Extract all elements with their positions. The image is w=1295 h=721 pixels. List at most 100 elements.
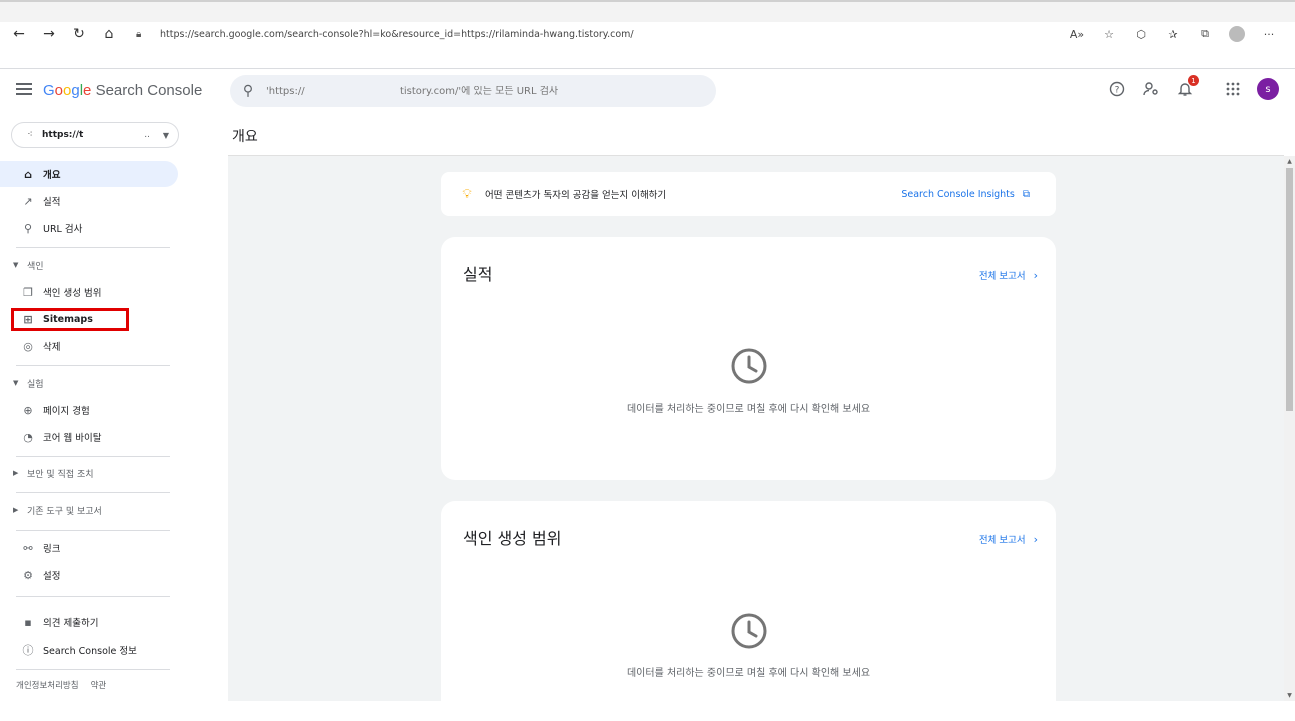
notifications-icon[interactable]: 1 — [1175, 75, 1199, 99]
sidebar-divider — [16, 247, 170, 248]
page-title: 개요 — [232, 129, 258, 145]
sitemaps-highlight-box — [11, 308, 129, 331]
add-circle-icon: ⊕ — [23, 403, 33, 417]
lock-icon[interactable]: 🔒︎ — [136, 29, 150, 40]
user-settings-icon[interactable] — [1141, 79, 1161, 99]
address-url: https://search.google.com/search-console… — [160, 28, 634, 40]
browser-toolbar: ← → ↻ ⌂ 🔒︎ https://search.google.com/sea… — [0, 22, 1295, 46]
sidebar-divider — [16, 596, 170, 597]
open-external-icon[interactable]: ⧉ — [1023, 189, 1030, 200]
performance-card: 실적 전체 보고서 › 데이터를 처리하는 중이므로 며칠 후에 다시 확인해 보… — [441, 237, 1056, 480]
search-input[interactable] — [266, 85, 686, 97]
profile-icon[interactable] — [1229, 26, 1245, 42]
sidebar-item-settings[interactable]: ⚙ 설정 — [0, 562, 178, 588]
collections-icon[interactable]: ⧉ — [1189, 27, 1221, 41]
sidebar-divider — [16, 530, 170, 531]
info-icon: ⓘ — [22, 644, 34, 657]
insights-banner: 💡︎ 어떤 콘텐츠가 독자의 공감을 얻는지 이해하기 Search Conso… — [441, 172, 1056, 216]
sidebar-item-core-web-vitals[interactable]: ◔ 코어 웹 바이탈 — [0, 424, 178, 450]
chevron-right-icon: › — [1033, 269, 1038, 282]
search-icon: ⚲ — [242, 83, 254, 99]
refresh-icon[interactable]: ↻ — [64, 22, 94, 46]
notification-badge: 1 — [1188, 75, 1199, 86]
scrollbar-thumb[interactable] — [1286, 168, 1293, 411]
address-bar[interactable]: 🔒︎ https://search.google.com/search-cons… — [130, 24, 1080, 44]
app-header: Google Search Console ⚲ ? 1 s — [0, 70, 1295, 114]
sidebar-item-removals[interactable]: ◎ 삭제 — [0, 333, 178, 359]
sidebar-divider — [16, 492, 170, 493]
terms-link[interactable]: 약관 — [91, 679, 107, 691]
chevron-down-icon: ▼ — [162, 130, 170, 140]
home-icon[interactable]: ⌂ — [94, 22, 124, 46]
hamburger-menu-icon[interactable] — [16, 83, 32, 97]
browser-separator — [0, 68, 1295, 69]
gear-icon: ⚙ — [23, 568, 33, 582]
trending-up-icon: ↗ — [23, 194, 33, 208]
favorite-add-icon[interactable]: ☆ — [1093, 28, 1125, 41]
sidebar-item-about[interactable]: ⓘ Search Console 정보 — [0, 637, 178, 663]
back-icon[interactable]: ← — [4, 22, 34, 46]
sidebar-item-page-experience[interactable]: ⊕ 페이지 경험 — [0, 397, 178, 423]
processing-message: 데이터를 처리하는 중이므로 며칠 후에 다시 확인해 보세요 — [626, 404, 871, 415]
feedback-icon: ▪ — [24, 615, 32, 629]
search-icon: ⚲ — [23, 221, 33, 235]
browser-tab-strip — [0, 0, 1295, 24]
sidebar-item-performance[interactable]: ↗ 실적 — [0, 188, 178, 214]
sidebar-item-overview[interactable]: ⌂ 개요 — [0, 161, 178, 187]
processing-message: 데이터를 처리하는 중이므로 며칠 후에 다시 확인해 보세요 — [626, 668, 871, 679]
sidebar-section-index[interactable]: ▼ 색인 — [0, 254, 178, 276]
sidebar-item-links[interactable]: ⚯ 링크 — [0, 535, 178, 561]
scrollbar[interactable]: ▲ ▼ — [1284, 156, 1295, 701]
sidebar: ⁖ https://t .. ▼ ⌂ 개요 ↗ 실적 ⚲ URL 검사 ▼ 색인… — [0, 114, 190, 701]
apps-grid-icon[interactable] — [1223, 79, 1243, 99]
forward-icon[interactable]: → — [34, 22, 64, 46]
link-tree-icon: ⚯ — [23, 541, 33, 555]
home-icon: ⌂ — [24, 167, 32, 181]
caret-down-icon: ▼ — [13, 261, 19, 269]
insights-text: 어떤 콘텐츠가 독자의 공감을 얻는지 이해하기 — [485, 190, 667, 201]
lightbulb-icon: 💡︎ — [462, 186, 472, 202]
insights-link[interactable]: Search Console Insights — [901, 189, 1015, 200]
sidebar-item-url-inspection[interactable]: ⚲ URL 검사 — [0, 215, 178, 241]
copy-pages-icon: ❐ — [23, 285, 33, 299]
caret-down-icon: ▼ — [13, 379, 19, 387]
sidebar-divider — [16, 365, 170, 366]
visibility-off-icon: ◎ — [23, 339, 33, 353]
help-icon[interactable]: ? — [1107, 79, 1127, 99]
sidebar-item-coverage[interactable]: ❐ 색인 생성 범위 — [0, 279, 178, 305]
caret-right-icon: ▶ — [13, 469, 19, 477]
sidebar-section-experience[interactable]: ▼ 실험 — [0, 372, 178, 394]
scroll-down-icon[interactable]: ▼ — [1284, 692, 1295, 699]
logo-product-name: Search Console — [95, 82, 203, 99]
more-icon[interactable]: ··· — [1253, 28, 1285, 41]
property-url: https://t — [42, 130, 84, 140]
full-report-link[interactable]: 전체 보고서 › — [979, 268, 1038, 282]
url-inspection-search[interactable]: ⚲ — [230, 75, 716, 107]
scroll-up-icon[interactable]: ▲ — [1284, 158, 1295, 165]
sidebar-item-feedback[interactable]: ▪ 의견 제출하기 — [0, 609, 178, 635]
avatar[interactable]: s — [1257, 78, 1279, 100]
full-report-link[interactable]: 전체 보고서 › — [979, 532, 1038, 546]
chevron-right-icon: › — [1033, 533, 1038, 546]
sidebar-section-security[interactable]: ▶ 보안 및 직접 조치 — [0, 462, 178, 484]
caret-right-icon: ▶ — [13, 506, 19, 514]
sidebar-section-legacy[interactable]: ▶ 기존 도구 및 보고서 — [0, 499, 178, 521]
svg-text:?: ? — [1115, 86, 1120, 96]
favorites-icon[interactable]: ✰ — [1157, 28, 1189, 41]
coverage-card: 색인 생성 범위 전체 보고서 › 데이터를 처리하는 중이므로 며칠 후에 다시… — [441, 501, 1056, 721]
card-title: 색인 생성 범위 — [463, 529, 562, 548]
sidebar-divider — [16, 669, 170, 670]
sidebar-divider — [16, 456, 170, 457]
clock-icon — [731, 613, 767, 649]
read-aloud-icon[interactable]: A» — [1061, 28, 1093, 41]
extensions-icon[interactable]: ⬡ — [1125, 28, 1157, 41]
property-selector[interactable]: ⁖ https://t .. ▼ — [11, 122, 179, 148]
property-url-suffix: .. — [144, 130, 150, 140]
privacy-link[interactable]: 개인정보처리방침 — [16, 679, 79, 691]
logo[interactable]: Google Search Console — [43, 82, 202, 99]
property-favicon-icon: ⁖ — [27, 130, 33, 140]
clock-icon — [731, 348, 767, 384]
speed-gauge-icon: ◔ — [23, 430, 33, 444]
card-title: 실적 — [463, 265, 493, 284]
sidebar-footer: 개인정보처리방침 약관 — [16, 679, 106, 691]
